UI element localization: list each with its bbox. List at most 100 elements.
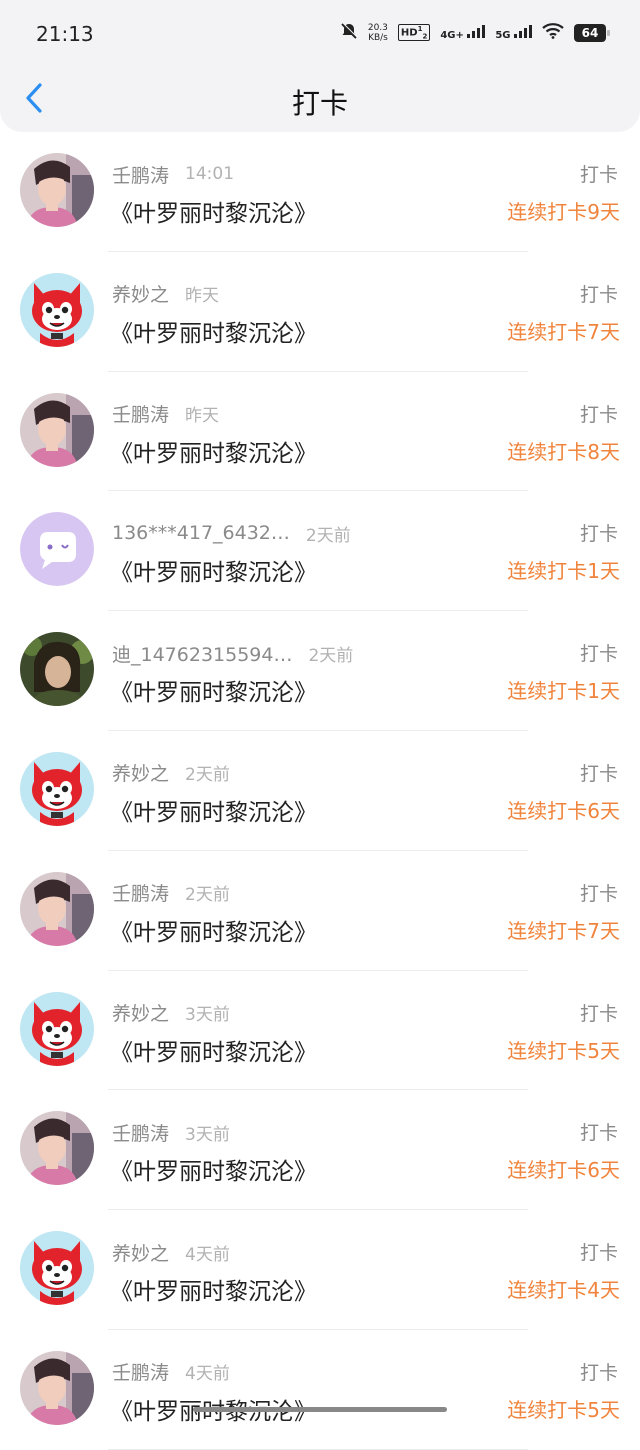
post-time: 2天前 [185, 765, 230, 786]
network-5g-label: 5G [495, 30, 511, 41]
list-item[interactable]: 壬鹏涛 2天前 《叶罗丽时黎沉沦》 打卡 连续打卡7天 [0, 851, 640, 971]
user-name[interactable]: 136***417_6432… [112, 522, 290, 544]
list-item[interactable]: 养妙之 昨天 《叶罗丽时黎沉沦》 打卡 连续打卡7天 [0, 252, 640, 372]
user-name[interactable]: 壬鹏涛 [112, 879, 169, 906]
list-item[interactable]: 迪_14762315594… 2天前 《叶罗丽时黎沉沦》 打卡 连续打卡1天 [0, 611, 640, 731]
list-item[interactable]: 壬鹏涛 4天前 《叶罗丽时黎沉沦》 打卡 连续打卡5天 [0, 1330, 640, 1450]
book-title[interactable]: 《叶罗丽时黎沉沦》 [110, 194, 317, 228]
name-line: 壬鹏涛 3天前 [112, 1118, 230, 1146]
user-name[interactable]: 养妙之 [112, 999, 169, 1026]
user-name[interactable]: 壬鹏涛 [112, 400, 169, 427]
sim2-label: 2 [422, 32, 428, 41]
network-speed: 20.3 KB/s [368, 23, 388, 43]
avatar[interactable] [20, 871, 94, 946]
book-title[interactable]: 《叶罗丽时黎沉沦》 [110, 673, 317, 707]
post-time: 3天前 [185, 1124, 230, 1145]
list-item[interactable]: 养妙之 3天前 《叶罗丽时黎沉沦》 打卡 连续打卡5天 [0, 971, 640, 1091]
name-line: 壬鹏涛 2天前 [112, 879, 230, 907]
avatar[interactable] [20, 272, 94, 347]
action-label: 打卡 [579, 762, 618, 785]
post-time: 昨天 [185, 286, 220, 307]
post-time: 2天前 [305, 525, 351, 546]
avatar[interactable] [20, 392, 94, 467]
book-title[interactable]: 《叶罗丽时黎沉沦》 [110, 793, 317, 827]
book-title[interactable]: 《叶罗丽时黎沉沦》 [110, 434, 317, 468]
post-time: 4天前 [185, 1244, 230, 1265]
book-title[interactable]: 《叶罗丽时黎沉沦》 [110, 314, 317, 348]
name-line: 136***417_6432… 2天前 [112, 519, 351, 547]
avatar[interactable] [20, 751, 94, 826]
signal-bars-icon [514, 24, 532, 38]
book-title[interactable]: 《叶罗丽时黎沉沦》 [110, 1152, 317, 1186]
network-speed-unit: KB/s [368, 32, 388, 43]
streak-label: 连续打卡6天 [507, 798, 620, 823]
name-line: 迪_14762315594… 2天前 [112, 639, 353, 667]
battery-icon: 64 [574, 23, 610, 42]
avatar[interactable] [20, 991, 94, 1066]
list-item[interactable]: 壬鹏涛 昨天 《叶罗丽时黎沉沦》 打卡 连续打卡8天 [0, 372, 640, 492]
name-line: 壬鹏涛 14:01 [112, 160, 234, 188]
streak-label: 连续打卡8天 [507, 439, 620, 464]
action-label: 打卡 [579, 164, 618, 186]
checkin-list: 壬鹏涛 14:01 《叶罗丽时黎沉沦》 打卡 连续打卡9天 养妙之 昨天 《叶罗… [0, 132, 640, 1450]
list-item[interactable]: 136***417_6432… 2天前 《叶罗丽时黎沉沦》 打卡 连续打卡1天 [0, 491, 640, 612]
streak-label: 连续打卡4天 [507, 1278, 620, 1303]
streak-label: 连续打卡6天 [507, 1158, 620, 1183]
avatar[interactable] [20, 1350, 94, 1425]
action-label: 打卡 [579, 1002, 618, 1025]
wifi-icon [542, 23, 564, 42]
status-time: 21:13 [36, 22, 94, 46]
hd-badge: HD12 [397, 23, 431, 42]
list-item[interactable]: 养妙之 2天前 《叶罗丽时黎沉沦》 打卡 连续打卡6天 [0, 731, 640, 851]
user-name[interactable]: 养妙之 [112, 1239, 169, 1266]
book-title[interactable]: 《叶罗丽时黎沉沦》 [110, 1033, 317, 1067]
avatar[interactable] [20, 153, 94, 227]
action-label: 打卡 [579, 403, 618, 426]
user-name[interactable]: 壬鹏涛 [112, 1358, 169, 1385]
name-line: 养妙之 4天前 [112, 1238, 230, 1266]
post-time: 3天前 [185, 1005, 230, 1026]
action-label: 打卡 [579, 1361, 618, 1384]
book-title[interactable]: 《叶罗丽时黎沉沦》 [110, 913, 317, 947]
network-speed-value: 20.3 [367, 22, 388, 33]
book-title[interactable]: 《叶罗丽时黎沉沦》 [110, 1272, 317, 1306]
list-item[interactable]: 养妙之 4天前 《叶罗丽时黎沉沦》 打卡 连续打卡4天 [0, 1210, 640, 1330]
avatar[interactable] [20, 1111, 94, 1186]
post-time: 14:01 [185, 164, 235, 184]
book-title[interactable]: 《叶罗丽时黎沉沦》 [110, 553, 317, 587]
list-item[interactable]: 壬鹏涛 3天前 《叶罗丽时黎沉沦》 打卡 连续打卡6天 [0, 1090, 640, 1211]
streak-label: 连续打卡5天 [507, 1038, 620, 1063]
user-name[interactable]: 迪_14762315594… [112, 640, 292, 667]
list-item[interactable]: 壬鹏涛 14:01 《叶罗丽时黎沉沦》 打卡 连续打卡9天 [0, 132, 640, 252]
post-time: 2天前 [185, 885, 230, 906]
name-line: 壬鹏涛 昨天 [112, 400, 219, 428]
name-line: 养妙之 3天前 [112, 999, 230, 1027]
page-title: 打卡 [291, 87, 348, 120]
avatar[interactable] [20, 632, 94, 707]
network-5g: 5G [495, 24, 532, 41]
streak-label: 连续打卡1天 [507, 559, 620, 584]
status-icons: 20.3 KB/s HD12 4G+ 5G 64 [340, 22, 610, 43]
post-time: 昨天 [185, 406, 220, 427]
user-name[interactable]: 壬鹏涛 [112, 1119, 169, 1146]
action-label: 打卡 [579, 1242, 618, 1265]
streak-label: 连续打卡1天 [507, 679, 620, 704]
avatar[interactable] [20, 512, 94, 587]
action-label: 打卡 [579, 523, 618, 546]
user-name[interactable]: 壬鹏涛 [112, 161, 169, 188]
user-name[interactable]: 养妙之 [112, 759, 169, 786]
action-label: 打卡 [579, 882, 618, 905]
network-4g: 4G+ [440, 24, 486, 41]
name-line: 养妙之 昨天 [112, 280, 219, 308]
signal-bars-icon [467, 24, 486, 38]
mute-bell-icon [340, 22, 358, 43]
post-time: 4天前 [185, 1364, 230, 1385]
status-bar: 21:13 20.3 KB/s HD12 4G+ 5G 64 [0, 0, 640, 66]
hd-label: HD [400, 27, 418, 39]
avatar[interactable] [20, 1231, 94, 1306]
streak-label: 连续打卡7天 [507, 319, 620, 344]
home-indicator[interactable] [193, 1407, 447, 1412]
network-4g-label: 4G+ [440, 30, 464, 41]
name-line: 养妙之 2天前 [112, 759, 230, 787]
user-name[interactable]: 养妙之 [112, 280, 169, 307]
